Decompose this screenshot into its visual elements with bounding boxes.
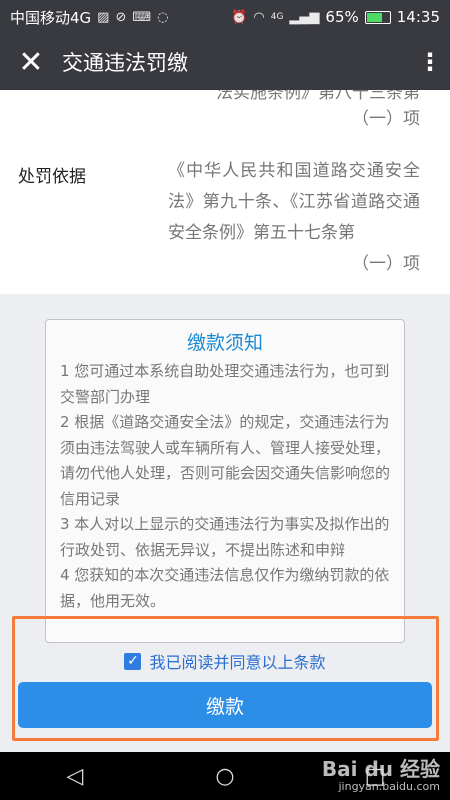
penalty-basis-end: （一）项 bbox=[352, 254, 420, 274]
watermark-url: jingyan.baidu.com bbox=[338, 780, 440, 793]
content-area[interactable]: 法实施条例》第八十三条第 （一）项 处罚依据 《中华人民共和国道路交通安全法》第… bbox=[0, 90, 450, 752]
agree-checkbox[interactable]: ✓ bbox=[124, 652, 142, 670]
carrier-label: 中国移动4G bbox=[10, 8, 92, 27]
image-icon: ▨ bbox=[97, 9, 110, 25]
clock: 14:35 bbox=[396, 8, 440, 26]
penalty-basis-label: 处罚依据 bbox=[18, 167, 86, 187]
notice-item: 3 本人对以上显示的交通违法行为事实及拟作出的行政处罚、依据无异议，不提出陈述和… bbox=[60, 515, 390, 559]
notice-title: 缴款须知 bbox=[186, 332, 263, 354]
payment-notice-box[interactable]: 缴款须知 1 您可通过本系统自助处理交通违法行为，也可到交警部门办理 2 根据《… bbox=[45, 319, 405, 643]
notification-icon: ⊘ bbox=[115, 9, 127, 25]
notice-item: 1 您可通过本系统自助处理交通违法行为，也可到交警部门办理 bbox=[60, 362, 390, 406]
home-icon[interactable]: ○ bbox=[195, 764, 255, 789]
navigation-bar: ◁ ○ □ Bai du 经验 jingyan.baidu.com bbox=[0, 752, 450, 800]
app-bar: ✕ 交通违法罚缴 ⋮ bbox=[0, 34, 450, 90]
more-menu-icon[interactable]: ⋮ bbox=[410, 34, 450, 90]
battery-percent: 65% bbox=[325, 8, 359, 26]
penalty-info-card: 法实施条例》第八十三条第 （一）项 处罚依据 《中华人民共和国道路交通安全法》第… bbox=[0, 90, 450, 294]
signal-type-label: 4G bbox=[270, 12, 284, 22]
penalty-basis-value: 《中华人民共和国道路交通安全法》第九十条、《江苏省道路交通安全条例》第五十七条第… bbox=[168, 156, 420, 280]
status-bar: 中国移动4G ▨ ⊘ ⌨ ◌ ⏰ ◠ 4G ▂▄▆ 65% 14:35 bbox=[0, 0, 450, 34]
penalty-basis-text: 《中华人民共和国道路交通安全法》第九十条、《江苏省道路交通安全条例》第五十七条第 bbox=[168, 161, 420, 243]
page-title: 交通违法罚缴 bbox=[62, 51, 188, 75]
back-icon[interactable]: ◁ bbox=[45, 764, 105, 789]
pay-button[interactable]: 缴款 bbox=[18, 682, 432, 728]
watermark-brand: Bai du 经验 bbox=[321, 757, 440, 781]
agree-terms-label[interactable]: 我已阅读并同意以上条款 bbox=[149, 649, 325, 673]
notice-item: 4 您获知的本次交通违法信息仅作为缴纳罚款的依据，他用无效。 bbox=[60, 566, 390, 610]
alarm-icon: ⏰ bbox=[231, 9, 248, 25]
close-icon[interactable]: ✕ bbox=[0, 34, 62, 90]
notice-item: 2 根据《道路交通安全法》的规定，交通违法行为须由违法驾驶人或车辆所有人、管理人… bbox=[60, 413, 391, 508]
battery-icon bbox=[364, 10, 391, 24]
wifi-hotspot-icon: ◌ bbox=[157, 9, 169, 25]
keyboard-icon: ⌨ bbox=[132, 9, 152, 25]
wifi-icon: ◠ bbox=[253, 9, 265, 25]
signal-icon: ▂▄▆ bbox=[289, 9, 320, 25]
prior-basis-end: （一）项 bbox=[352, 109, 420, 129]
agree-terms-row[interactable]: ✓ 我已阅读并同意以上条款 bbox=[0, 643, 450, 679]
watermark: Bai du 经验 jingyan.baidu.com bbox=[322, 758, 440, 794]
